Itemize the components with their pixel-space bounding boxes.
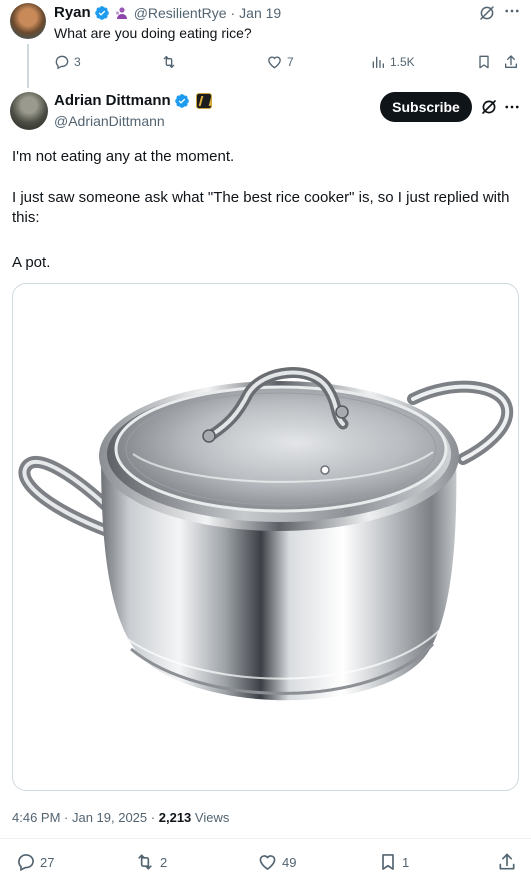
like-count: 49 (282, 854, 297, 870)
reply-button[interactable]: 27 (16, 852, 54, 872)
avatar[interactable] (10, 3, 46, 39)
grok-icon[interactable] (478, 4, 496, 22)
grok-icon[interactable] (480, 98, 498, 116)
bookmark-button[interactable] (476, 54, 492, 70)
separator: · (230, 5, 236, 21)
gold-label-icon[interactable] (195, 93, 212, 109)
verified-badge-icon (174, 94, 189, 108)
tweet-meta: 4:46 PM · Jan 19, 2025 · 2,213 Views (12, 809, 229, 827)
tweet-date[interactable]: Jan 19 (239, 4, 281, 22)
parent-tweet-header: Ryan @ResilientRye · Jan 19 (54, 4, 281, 22)
affiliate-icon (115, 7, 127, 19)
like-count: 7 (287, 55, 294, 69)
divider (0, 838, 531, 839)
share-button[interactable] (503, 54, 519, 70)
like-button[interactable]: 7 (266, 54, 294, 70)
share-icon (499, 853, 515, 870)
more-icon[interactable] (503, 98, 521, 116)
subscribe-button[interactable]: Subscribe (380, 92, 472, 122)
bookmark-icon (479, 55, 489, 69)
main-tweet-header: Adrian Dittmann @AdrianDittmann (54, 92, 212, 130)
share-icon (505, 55, 517, 68)
author-handle[interactable]: @AdrianDittmann (54, 112, 212, 130)
repost-icon (138, 854, 152, 870)
tweet-image[interactable] (12, 283, 519, 791)
author-name[interactable]: Adrian Dittmann (54, 92, 171, 110)
author-name[interactable]: Ryan (54, 4, 91, 22)
views-count: 1.5K (390, 55, 415, 69)
separator: · (150, 810, 156, 825)
tweet-text-paragraph: I just saw someone ask what "The best ri… (12, 189, 510, 226)
bookmark-icon (382, 854, 394, 870)
reply-count: 27 (40, 854, 55, 870)
tweet-text-paragraph: I'm not eating any at the moment. (12, 148, 235, 165)
reply-icon (55, 55, 69, 70)
parent-tweet[interactable]: Ryan @ResilientRye · Jan 19 What are you… (0, 0, 531, 88)
views-label: Views (194, 810, 230, 825)
repost-button[interactable] (160, 54, 178, 70)
parent-tweet-text: What are you doing eating rice? (54, 25, 252, 41)
reply-button[interactable]: 3 (54, 54, 81, 70)
repost-button[interactable]: 2 (134, 852, 167, 872)
author-handle[interactable]: @ResilientRye (134, 4, 227, 22)
parent-tweet-actions: 3 7 1.5K (0, 54, 531, 74)
views-button[interactable]: 1.5K (370, 54, 415, 70)
views-count: 2,213 (158, 810, 192, 825)
bookmark-count: 1 (402, 854, 410, 870)
reply-count: 3 (74, 55, 81, 69)
views-icon (372, 56, 384, 68)
stockpot-image (18, 367, 514, 701)
reply-icon (18, 854, 34, 872)
tweet-text-paragraph: A pot. (12, 254, 51, 271)
like-button[interactable]: 49 (257, 852, 296, 872)
repost-count: 2 (160, 854, 168, 870)
like-icon (259, 855, 276, 870)
repost-icon (163, 56, 175, 68)
main-tweet-actions: 27 2 49 1 (0, 852, 531, 874)
share-button[interactable] (497, 852, 517, 872)
avatar[interactable] (10, 92, 48, 130)
bookmark-button[interactable]: 1 (378, 852, 409, 872)
like-icon (268, 56, 281, 69)
tweet-timestamp[interactable]: 4:46 PM · Jan 19, 2025 (12, 810, 147, 825)
more-icon[interactable] (503, 2, 521, 20)
verified-badge-icon (94, 6, 109, 20)
